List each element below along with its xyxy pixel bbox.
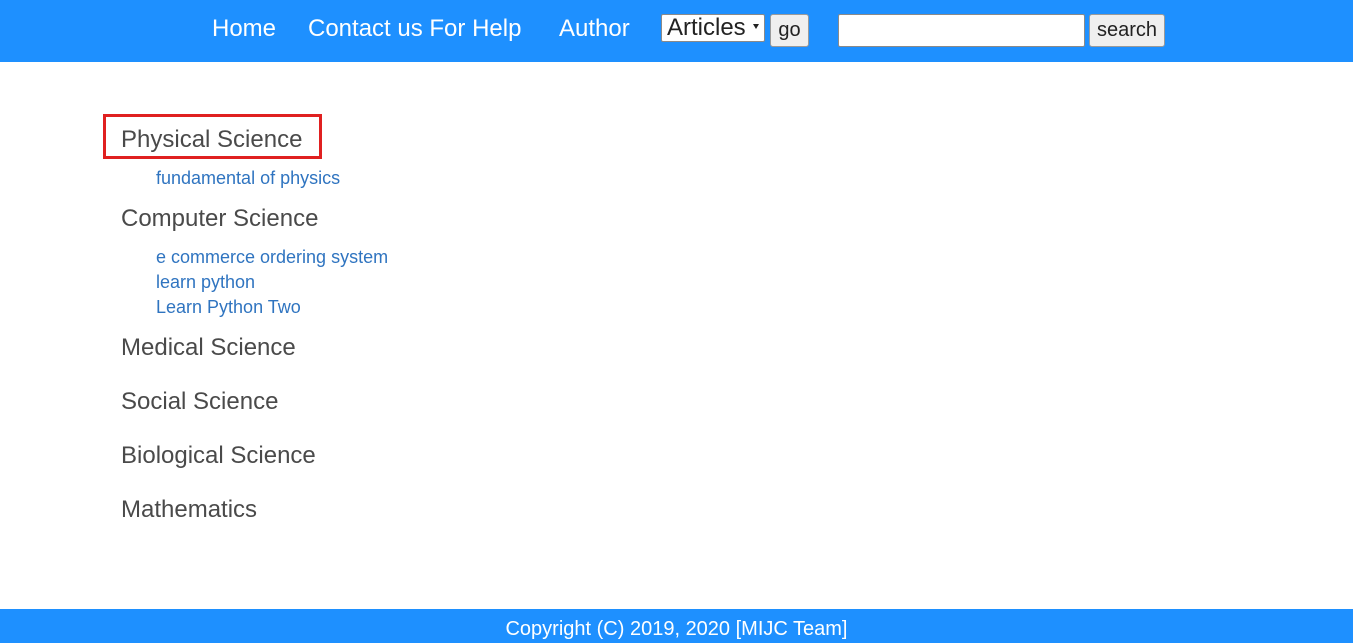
article-link-fundamental-of-physics[interactable]: fundamental of physics bbox=[156, 167, 340, 189]
category-physical-science[interactable]: Physical Science bbox=[121, 125, 302, 155]
category-medical-science[interactable]: Medical Science bbox=[121, 333, 296, 363]
article-link-e-commerce-ordering-system[interactable]: e commerce ordering system bbox=[156, 246, 388, 268]
search-button[interactable]: search bbox=[1089, 14, 1165, 47]
article-link-learn-python-two[interactable]: Learn Python Two bbox=[156, 296, 301, 318]
footer-copyright: Copyright (C) 2019, 2020 [MIJC Team] bbox=[505, 618, 848, 640]
nav-contact-link[interactable]: Contact us For Help bbox=[308, 13, 521, 45]
top-nav-bar: Home Contact us For Help Author Articles… bbox=[0, 0, 1353, 62]
footer-bar: Copyright (C) 2019, 2020 [MIJC Team] bbox=[0, 609, 1353, 643]
article-link-learn-python[interactable]: learn python bbox=[156, 271, 255, 293]
nav-author-link[interactable]: Author bbox=[559, 13, 630, 45]
category-computer-science[interactable]: Computer Science bbox=[121, 204, 318, 234]
go-button[interactable]: go bbox=[770, 14, 809, 47]
nav-home-link[interactable]: Home bbox=[212, 13, 276, 45]
articles-select-value: Articles bbox=[667, 14, 746, 41]
category-biological-science[interactable]: Biological Science bbox=[121, 441, 316, 471]
category-social-science[interactable]: Social Science bbox=[121, 387, 278, 417]
articles-select[interactable]: Articles bbox=[661, 14, 765, 42]
category-mathematics[interactable]: Mathematics bbox=[121, 495, 257, 525]
search-input[interactable] bbox=[838, 14, 1085, 47]
chevron-down-icon bbox=[753, 24, 759, 29]
